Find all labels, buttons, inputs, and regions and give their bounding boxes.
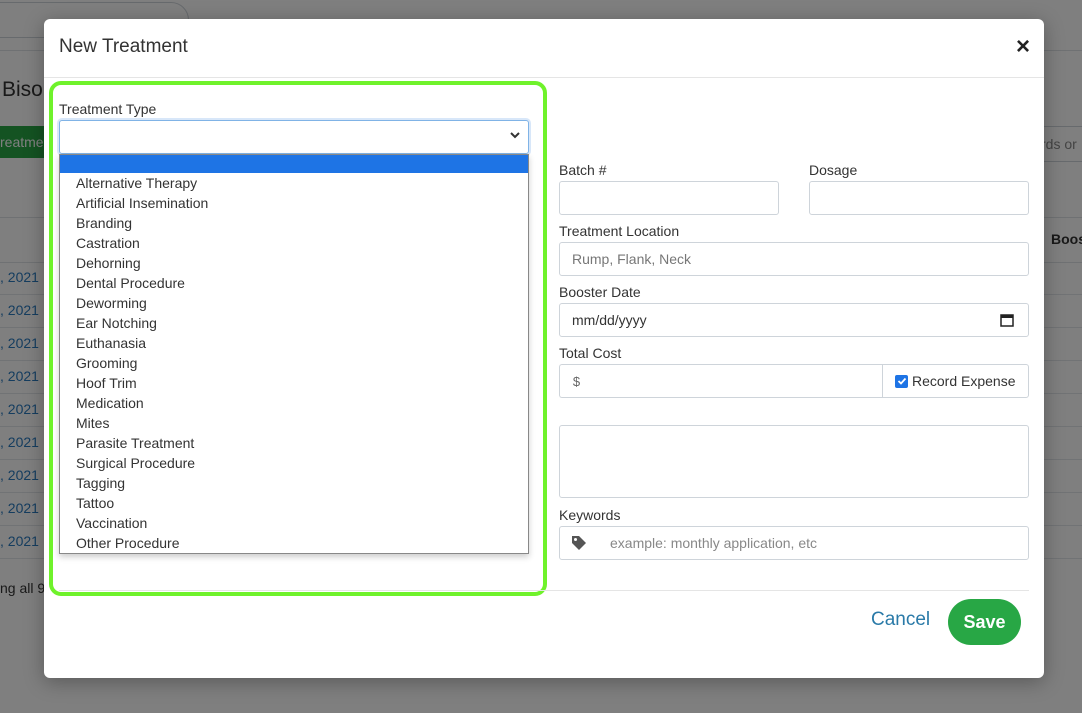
chevron-down-icon [510, 132, 520, 139]
dropdown-option[interactable]: Ear Notching [60, 313, 528, 333]
new-treatment-modal: New Treatment × Treatment Type Alternati… [44, 19, 1044, 678]
record-expense-addon[interactable]: Record Expense [882, 364, 1029, 398]
treatment-type-label: Treatment Type [59, 101, 157, 117]
dropdown-option[interactable]: Dental Procedure [60, 273, 528, 293]
total-cost-input[interactable] [593, 364, 882, 398]
total-cost-group: $ Record Expense [559, 364, 1029, 398]
dropdown-option[interactable]: Alternative Therapy [60, 173, 528, 193]
dropdown-option[interactable]: Other Procedure [60, 533, 528, 553]
close-button[interactable]: × [1016, 33, 1030, 61]
dropdown-option[interactable]: Medication [60, 393, 528, 413]
treatment-type-dropdown: Alternative Therapy Artificial Inseminat… [59, 154, 529, 554]
keywords-group: example: monthly application, etc [559, 526, 1029, 560]
dropdown-option[interactable]: Deworming [60, 293, 528, 313]
dropdown-option[interactable]: Grooming [60, 353, 528, 373]
booster-date-label: Booster Date [559, 284, 641, 300]
keywords-label: Keywords [559, 507, 621, 523]
dropdown-option[interactable]: Surgical Procedure [60, 453, 528, 473]
dropdown-option[interactable]: Vaccination [60, 513, 528, 533]
dosage-field[interactable] [809, 181, 1029, 215]
dropdown-option[interactable]: Artificial Insemination [60, 193, 528, 213]
batch-label: Batch # [559, 162, 607, 178]
notes-textarea[interactable] [559, 425, 1029, 498]
save-button[interactable]: Save [948, 599, 1021, 645]
modal-title: New Treatment [59, 36, 188, 57]
modal-header: New Treatment × [44, 19, 1044, 78]
dropdown-option[interactable]: Euthanasia [60, 333, 528, 353]
dropdown-option-blank[interactable] [60, 155, 528, 173]
record-expense-label: Record Expense [912, 373, 1016, 389]
record-expense-checkbox[interactable] [895, 374, 908, 388]
treatment-type-select[interactable] [59, 120, 529, 154]
dropdown-option[interactable]: Branding [60, 213, 528, 233]
dropdown-option[interactable]: Parasite Treatment [60, 433, 528, 453]
dropdown-option[interactable]: Castration [60, 233, 528, 253]
dropdown-option[interactable]: Tagging [60, 473, 528, 493]
dropdown-option[interactable]: Hoof Trim [60, 373, 528, 393]
checkmark-icon [897, 377, 906, 385]
tag-icon [560, 527, 598, 559]
modal-footer-divider [59, 590, 1029, 591]
location-field[interactable]: Rump, Flank, Neck [559, 242, 1029, 276]
location-label: Treatment Location [559, 223, 680, 239]
cancel-button[interactable]: Cancel [871, 609, 930, 631]
booster-date-field[interactable]: mm/dd/yyyy [559, 303, 1029, 337]
dropdown-option[interactable]: Tattoo [60, 493, 528, 513]
batch-field[interactable] [559, 181, 779, 215]
dropdown-option[interactable]: Dehorning [60, 253, 528, 273]
currency-prefix: $ [559, 364, 593, 398]
dosage-label: Dosage [809, 162, 858, 178]
booster-date-placeholder: mm/dd/yyyy [572, 312, 647, 328]
dropdown-option[interactable]: Mites [60, 413, 528, 433]
calendar-icon[interactable] [1000, 313, 1014, 327]
keywords-input[interactable]: example: monthly application, etc [598, 527, 1028, 559]
total-cost-label: Total Cost [559, 345, 622, 361]
